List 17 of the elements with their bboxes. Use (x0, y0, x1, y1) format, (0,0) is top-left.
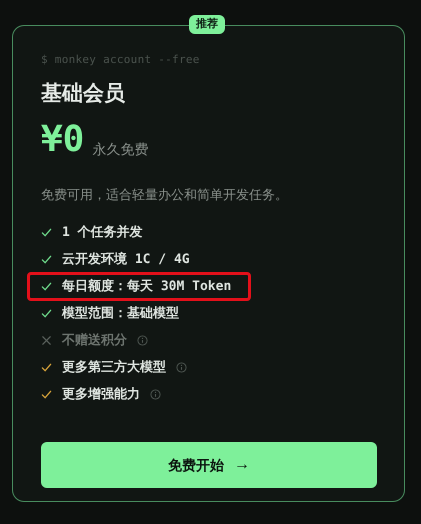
plan-title: 基础会员 (41, 83, 126, 104)
feature-text: 每日额度：每天 30M Token (62, 280, 232, 293)
feature-text: 更多增强能力 (62, 388, 140, 401)
recommended-badge: 推荐 (189, 15, 225, 34)
plan-description: 免费可用，适合轻量办公和简单开发任务。 (41, 188, 289, 201)
feature-text: 不赠送积分 (62, 334, 127, 347)
price-amount: ¥0 (41, 122, 84, 158)
feature-text: 模型范围：基础模型 (62, 307, 179, 320)
command-text: $ monkey account --free (41, 54, 201, 65)
info-icon[interactable] (137, 335, 148, 346)
feature-text: 更多第三方大模型 (62, 361, 166, 374)
price-note: 永久免费 (92, 142, 148, 156)
info-icon[interactable] (150, 389, 161, 400)
start-free-button[interactable]: 免费开始 → (41, 442, 377, 488)
feature-text: 云开发环境 1C / 4G (62, 253, 190, 266)
feature-text: 1 个任务并发 (62, 226, 143, 239)
info-icon[interactable] (176, 362, 187, 373)
